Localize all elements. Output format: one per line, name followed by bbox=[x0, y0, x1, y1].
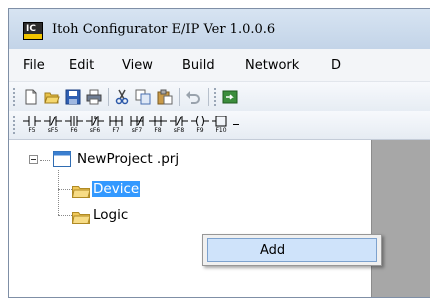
menu-file[interactable]: File bbox=[23, 58, 45, 73]
menu-edit[interactable]: Edit bbox=[69, 58, 94, 73]
tree-line bbox=[58, 170, 60, 215]
undo-icon[interactable] bbox=[185, 89, 201, 105]
folder-icon bbox=[71, 209, 91, 224]
sf8-label: sF8 bbox=[173, 127, 185, 134]
sf7-label: sF7 bbox=[131, 127, 143, 134]
context-menu-add[interactable]: Add bbox=[207, 238, 377, 262]
toolbar-grip[interactable] bbox=[13, 88, 18, 106]
menu-bar: File Edit View Build Network D bbox=[9, 49, 430, 81]
sf6-contact-icon[interactable]: sF6 bbox=[86, 116, 104, 134]
f5-label: F5 bbox=[28, 127, 36, 134]
f10-label: F10 bbox=[215, 127, 227, 134]
tree-line bbox=[58, 189, 72, 191]
toolbar-separator bbox=[108, 88, 109, 106]
tree-line bbox=[40, 160, 50, 162]
app-logo-icon: IC bbox=[23, 22, 43, 40]
open-folder-icon[interactable] bbox=[44, 89, 60, 105]
title-bar: IC Itoh Configurator E/IP Ver 1.0.0.6 bbox=[9, 9, 430, 49]
context-menu: Add bbox=[202, 234, 382, 266]
f8-label: F8 bbox=[154, 127, 162, 134]
project-tree: NewProject .prj Device Logic bbox=[9, 140, 369, 297]
menu-network[interactable]: Network bbox=[245, 58, 299, 73]
sf5-label: sF5 bbox=[47, 127, 59, 134]
standard-toolbar bbox=[9, 81, 430, 112]
cut-icon[interactable] bbox=[114, 89, 130, 105]
f9-label: F9 bbox=[196, 127, 204, 134]
tree-item-logic[interactable]: Logic bbox=[93, 207, 128, 223]
sf8-contact-icon[interactable]: sF8 bbox=[170, 116, 188, 134]
project-window-icon bbox=[53, 151, 71, 167]
save-icon[interactable] bbox=[65, 89, 81, 105]
toolbar-separator bbox=[179, 88, 180, 106]
folder-icon bbox=[71, 183, 91, 198]
f6-contact-icon[interactable]: F6 bbox=[65, 116, 83, 134]
copy-icon[interactable] bbox=[135, 89, 151, 105]
menu-build[interactable]: Build bbox=[182, 58, 215, 73]
menu-view[interactable]: View bbox=[122, 58, 153, 73]
f5-contact-icon[interactable]: F5 bbox=[23, 116, 41, 134]
new-file-icon[interactable] bbox=[23, 89, 39, 105]
paste-icon[interactable] bbox=[157, 89, 173, 105]
window-title: Itoh Configurator E/IP Ver 1.0.0.6 bbox=[52, 22, 276, 37]
f8-contact-icon[interactable]: F8 bbox=[149, 116, 167, 134]
context-menu-add-label: Add bbox=[260, 243, 286, 258]
toolbar-overflow-line bbox=[233, 124, 239, 125]
tree-project-label[interactable]: NewProject .prj bbox=[77, 151, 179, 167]
f6-label: F6 bbox=[70, 127, 78, 134]
toolbar-grip[interactable] bbox=[13, 116, 18, 134]
menu-d[interactable]: D bbox=[331, 58, 341, 73]
toolbar-grip[interactable] bbox=[214, 88, 219, 106]
sf5-contact-icon[interactable]: sF5 bbox=[44, 116, 62, 134]
f10-function-icon[interactable]: F10 bbox=[212, 116, 230, 134]
f7-contact-icon[interactable]: F7 bbox=[107, 116, 125, 134]
sf7-contact-icon[interactable]: sF7 bbox=[128, 116, 146, 134]
toolbar-separator bbox=[208, 88, 209, 106]
build-icon[interactable] bbox=[222, 89, 238, 105]
print-icon[interactable] bbox=[86, 89, 102, 105]
f9-coil-icon[interactable]: F9 bbox=[191, 116, 209, 134]
tree-item-device[interactable]: Device bbox=[92, 181, 141, 197]
sf6-label: sF6 bbox=[89, 127, 101, 134]
workspace-area bbox=[371, 140, 430, 297]
tree-line bbox=[58, 215, 72, 217]
f7-label: F7 bbox=[112, 127, 120, 134]
tree-collapse-toggle[interactable] bbox=[29, 155, 38, 164]
